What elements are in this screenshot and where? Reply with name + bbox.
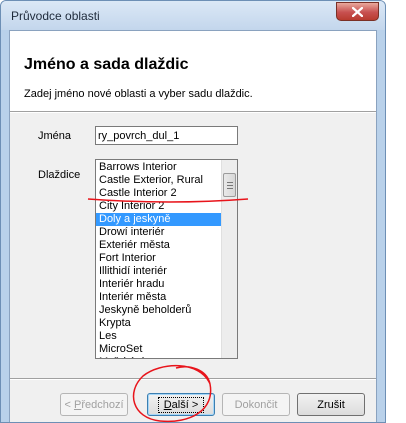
tileset-option[interactable]: Illithidí interiér [96, 265, 222, 278]
wizard-window: Průvodce oblasti Jméno a sada dlaždic Za… [0, 0, 386, 423]
tileset-option[interactable]: Fort Interior [96, 252, 222, 265]
cancel-button[interactable]: Zrušit [297, 393, 365, 416]
listbox-scrollbar[interactable] [221, 160, 237, 358]
name-label: Jména [38, 130, 72, 142]
tileset-list: Barrows Interior Castle Exterior, Rural Ca… [96, 161, 222, 358]
tileset-option[interactable]: Mořské dno [96, 356, 222, 358]
window-title: Průvodce oblasti [11, 9, 100, 23]
header-panel: Jméno a sada dlaždic Zadej jméno nové ob… [10, 31, 376, 111]
tileset-option[interactable]: Drowí interiér [96, 226, 222, 239]
tileset-option[interactable]: Jeskyně beholderů [96, 304, 222, 317]
tileset-option[interactable]: City Interior 2 [96, 200, 222, 213]
finish-button[interactable]: Dokončit [222, 393, 290, 416]
back-button[interactable]: < Předchozí [60, 393, 128, 416]
tileset-option[interactable]: Barrows Interior [96, 161, 222, 174]
area-name-input[interactable] [95, 126, 238, 145]
footer-divider [10, 378, 376, 380]
tileset-option[interactable]: Castle Exterior, Rural [96, 174, 222, 187]
close-icon [352, 6, 363, 17]
page-title: Jméno a sada dlaždic [24, 56, 189, 73]
tileset-option[interactable]: Les [96, 330, 222, 343]
next-label: Další > [157, 396, 205, 413]
tileset-option[interactable]: Krypta [96, 317, 222, 330]
tileset-option[interactable]: MicroSet [96, 343, 222, 356]
header-divider [10, 111, 376, 113]
tileset-option[interactable]: Interiér města [96, 291, 222, 304]
tileset-option[interactable]: Interiér hradu [96, 278, 222, 291]
tileset-label: Dlaždice [38, 169, 81, 181]
tileset-listbox[interactable]: Barrows Interior Castle Exterior, Rural Ca… [95, 159, 238, 359]
tileset-option[interactable]: Exteriér města [96, 239, 222, 252]
close-button[interactable] [336, 2, 379, 21]
next-button[interactable]: Další > [147, 393, 215, 416]
title-bar[interactable]: Průvodce oblasti [1, 1, 385, 30]
scrollbar-thumb[interactable] [223, 173, 236, 197]
page-subtitle: Zadej jméno nové oblasti a vyber sadu dl… [24, 88, 253, 100]
back-label: < Předchozí [64, 398, 124, 411]
wizard-body: Jméno a sada dlaždic Zadej jméno nové ob… [9, 30, 377, 422]
tileset-option[interactable]: Castle Interior 2 [96, 187, 222, 200]
tileset-option[interactable]: Doly a jeskyně [96, 213, 222, 226]
